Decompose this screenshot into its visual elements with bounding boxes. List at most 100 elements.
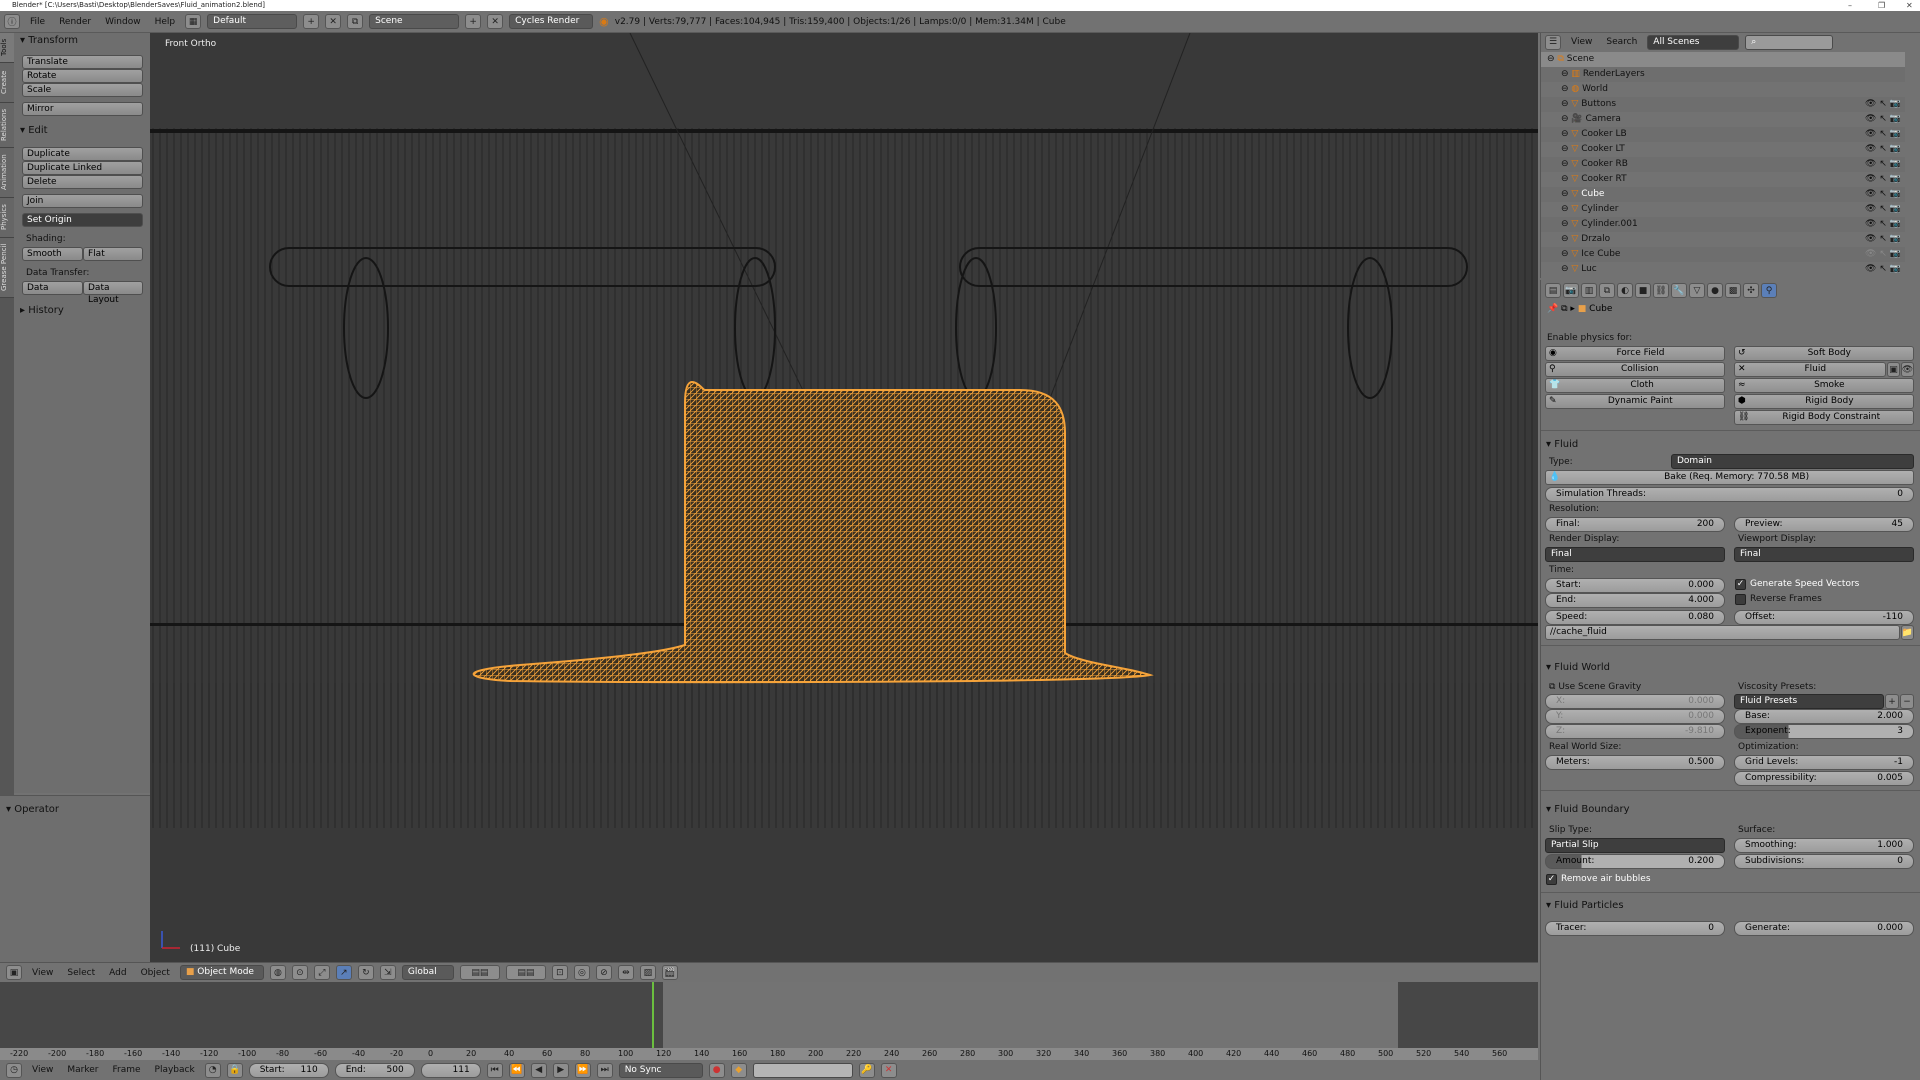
start-frame-field[interactable]: Start: 110 (248, 1062, 329, 1078)
generate-field[interactable]: Generate: 0.000 (1734, 921, 1914, 936)
bake-button[interactable]: 💧 Bake (Req. Memory: 770.58 MB) (1545, 470, 1914, 485)
fluid-button[interactable]: ✕ Fluid (1734, 362, 1886, 377)
soft-body-button[interactable]: ↺ Soft Body (1734, 346, 1914, 361)
grid-levels-slider[interactable]: Grid Levels: -1 (1734, 755, 1914, 770)
collision-button[interactable]: ⚲ Collision (1545, 362, 1725, 377)
smoothing-field[interactable]: Smoothing: 1.000 (1734, 838, 1914, 853)
cache-path-input[interactable]: //cache_fluid (1545, 625, 1900, 640)
expand-icon[interactable]: ⊖ (1541, 84, 1569, 94)
outliner-item[interactable]: ⊖ ▽ Cooker RB 👁 ↖ 📷 (1541, 157, 1905, 172)
selectability-icon[interactable]: ↖ (1879, 234, 1887, 244)
selectability-icon[interactable]: ↖ (1879, 189, 1887, 199)
menu-add[interactable]: Add (105, 968, 130, 978)
selectability-icon[interactable]: ↖ (1879, 219, 1887, 229)
subdivisions-field[interactable]: Subdivisions: 0 (1734, 854, 1914, 869)
editor-type-timeline-icon[interactable]: ◷ (6, 1062, 22, 1078)
renderability-icon[interactable]: 📷 (1890, 159, 1901, 169)
outliner-menu-search[interactable]: Search (1602, 37, 1641, 47)
tab-tools[interactable]: Tools (0, 33, 14, 63)
history-panel-header[interactable]: ▸ History (20, 305, 64, 316)
folder-browse-icon[interactable]: 📁 (1901, 625, 1914, 640)
visibility-icon[interactable]: 👁 (1865, 264, 1876, 274)
close-button[interactable]: ✕ (1906, 0, 1913, 11)
opengl-render-icon[interactable]: ▨ (639, 965, 656, 980)
world-tab-icon[interactable]: ◐ (1617, 283, 1633, 298)
menu-help[interactable]: Help (151, 17, 180, 27)
3d-viewport[interactable]: Front Ortho (111) Cube (150, 33, 1538, 962)
menu-view[interactable]: View (28, 968, 57, 978)
outliner-item[interactable]: ⊖ ◍ World (1541, 82, 1905, 97)
object-tab-icon[interactable]: ■ (1635, 283, 1651, 298)
renderability-icon[interactable]: 📷 (1890, 114, 1901, 124)
expand-icon[interactable]: ⊖ (1541, 99, 1569, 109)
keying-icon[interactable]: ◆ (730, 1062, 747, 1078)
smoke-button[interactable]: ≈ Smoke (1734, 378, 1914, 393)
data-button[interactable]: Data (22, 281, 83, 295)
visibility-icon[interactable]: 👁 (1865, 234, 1876, 244)
expand-icon[interactable]: ⊖ (1541, 159, 1569, 169)
add-scene-icon[interactable]: + (465, 14, 482, 29)
current-frame-indicator[interactable] (652, 982, 654, 1050)
scene-field[interactable]: Scene (369, 14, 460, 29)
fluid-world-panel-header[interactable]: ▾ Fluid World (1546, 662, 1610, 673)
offset-field[interactable]: Offset: -110 (1734, 610, 1914, 625)
expand-icon[interactable]: ⊖ (1541, 114, 1569, 124)
pivot-point-icon[interactable]: ⊙ (291, 965, 308, 980)
resolution-final-field[interactable]: Final: 200 (1545, 517, 1725, 532)
fluid-panel-header[interactable]: ▾ Fluid (1546, 439, 1578, 450)
play-icon[interactable]: ▶ (552, 1062, 569, 1078)
menu-window[interactable]: Window (101, 17, 145, 27)
outliner-item[interactable]: ⊖ ▽ Cylinder.001 👁 ↖ 📷 (1541, 217, 1905, 232)
visibility-icon[interactable]: 👁 (1865, 219, 1876, 229)
renderability-icon[interactable]: 📷 (1890, 99, 1901, 109)
duplicate-button[interactable]: Duplicate (22, 147, 143, 161)
gravity-x-field[interactable]: X: 0.000 (1545, 694, 1725, 709)
expand-icon[interactable]: ⊖ (1541, 204, 1569, 214)
outliner-item[interactable]: ⊖ ▽ Cooker LT 👁 ↖ 📷 (1541, 142, 1905, 157)
expand-icon[interactable]: ⊖ (1541, 54, 1555, 64)
proportional-icon[interactable]: ◎ (573, 965, 590, 980)
selectability-icon[interactable]: ↖ (1879, 159, 1887, 169)
delete-keyframe-icon[interactable]: ✕ (880, 1062, 897, 1078)
timeline-area[interactable] (0, 982, 1538, 1050)
constraints-tab-icon[interactable]: ⛓ (1653, 283, 1669, 298)
viscosity-exponent-slider[interactable]: Exponent: 3 (1734, 724, 1914, 739)
remove-air-bubbles-checkbox[interactable]: ✓ (1546, 874, 1557, 885)
tab-relations[interactable]: Relations (0, 103, 14, 148)
manipulator-icon[interactable]: ⤢ (313, 965, 330, 980)
render-engine-select[interactable]: Cycles Render (509, 14, 594, 29)
menu-select[interactable]: Select (63, 968, 99, 978)
selectability-icon[interactable]: ↖ (1879, 144, 1887, 154)
translate-manipulator-icon[interactable]: ↗ (335, 965, 352, 980)
menu-frame[interactable]: Frame (108, 1065, 144, 1075)
tab-grease-pencil[interactable]: Grease Pencil (0, 238, 14, 298)
expand-icon[interactable]: ⊖ (1541, 144, 1569, 154)
gravity-y-field[interactable]: Y: 0.000 (1545, 709, 1725, 724)
screen-layout-icon[interactable]: ▦ (185, 14, 202, 29)
rotate-button[interactable]: Rotate (22, 69, 143, 83)
layout-field[interactable]: Default (207, 14, 298, 29)
snap-element-icon[interactable]: ⇹ (617, 965, 634, 980)
expand-icon[interactable]: ⊖ (1541, 189, 1569, 199)
tracer-field[interactable]: Tracer: 0 (1545, 921, 1725, 936)
cloth-button[interactable]: 👕 Cloth (1545, 378, 1725, 393)
translate-button[interactable]: Translate (22, 55, 143, 69)
outliner-menu-view[interactable]: View (1567, 37, 1596, 47)
mode-select[interactable]: ■ Object Mode (179, 965, 264, 980)
timeline-ruler[interactable]: -220 -200 -180 -160 -140 -120 -100 -80 -60 -40 -20… (0, 1048, 1538, 1060)
selectability-icon[interactable]: ↖ (1879, 114, 1887, 124)
expand-icon[interactable]: ⊖ (1541, 219, 1569, 229)
expand-icon[interactable]: ⊖ (1541, 264, 1569, 274)
sync-select[interactable]: No Sync (618, 1062, 703, 1078)
render-tab-icon[interactable]: 📷 (1563, 283, 1579, 298)
tab-create[interactable]: Create (0, 63, 14, 103)
lock-range-icon[interactable]: 🔒 (226, 1062, 243, 1078)
scale-button[interactable]: Scale (22, 83, 143, 97)
snap-icon[interactable]: ⊘ (595, 965, 612, 980)
expand-icon[interactable]: ⊖ (1541, 174, 1569, 184)
menu-object[interactable]: Object (137, 968, 174, 978)
slip-amount-slider[interactable]: Amount: 0.200 (1545, 854, 1725, 869)
display-mode-select[interactable]: All Scenes (1647, 34, 1740, 50)
pin-icon[interactable]: 📌 (1547, 304, 1558, 314)
minimize-button[interactable]: – (1848, 0, 1852, 11)
